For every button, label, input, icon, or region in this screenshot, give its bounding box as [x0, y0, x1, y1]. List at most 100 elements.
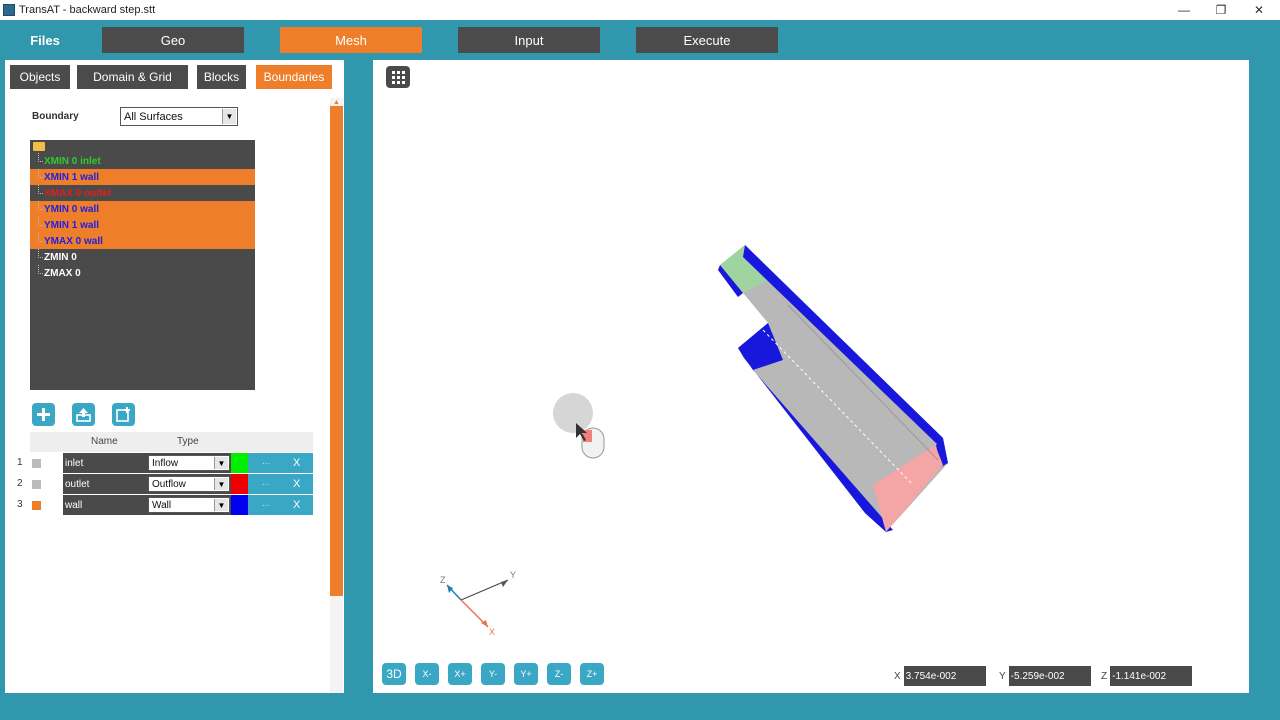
row-color-swatch[interactable]	[231, 474, 248, 495]
view-y-minus-button[interactable]: Y-	[481, 663, 505, 685]
row-actions: ... X	[248, 474, 313, 495]
add-button[interactable]	[32, 403, 55, 426]
view-z-minus-button[interactable]: Z-	[547, 663, 571, 685]
row-color-swatch[interactable]	[231, 495, 248, 516]
row-number: 3	[17, 499, 23, 510]
close-icon[interactable]: ✕	[1240, 0, 1278, 20]
row-checkbox[interactable]	[32, 459, 41, 468]
tree-item[interactable]: YMIN 0 wall	[30, 201, 255, 217]
row-type-value: Outflow	[152, 478, 186, 490]
table-row: 1 inlet Inflow ▼... X	[13, 453, 313, 474]
view-x-plus-button[interactable]: X+	[448, 663, 472, 685]
title-bar: TransAT - backward step.stt — ❐ ✕	[0, 0, 1280, 20]
coord-y: Y -5.259e-002	[999, 666, 1091, 686]
boundary-select-value: All Surfaces	[124, 110, 183, 123]
view-z-plus-button[interactable]: Z+	[580, 663, 604, 685]
column-type-header: Type	[177, 436, 199, 447]
tree-branch	[38, 265, 43, 274]
import-button[interactable]	[72, 403, 95, 426]
coord-z-value: -1.141e-002	[1110, 666, 1193, 686]
axis-triad: Y Z X	[440, 570, 516, 637]
row-name[interactable]: inlet	[63, 453, 147, 474]
row-delete-button[interactable]: X	[293, 499, 300, 511]
subtab-domain-grid[interactable]: Domain & Grid	[77, 65, 188, 89]
coord-z: Z -1.141e-002	[1101, 666, 1193, 686]
mouse-cursor	[553, 393, 605, 459]
tree-item[interactable]: ZMAX 0	[30, 265, 255, 281]
tab-mesh[interactable]: Mesh	[280, 27, 422, 53]
tree-item-label: XMIN 1 wall	[44, 171, 100, 183]
boundary-select[interactable]: All Surfaces ▼	[120, 107, 238, 126]
column-name-header: Name	[91, 436, 118, 447]
scrollbar[interactable]: ▲ ▼	[330, 98, 343, 720]
tree-item[interactable]: ZMIN 0	[30, 249, 255, 265]
tree-item-label: ZMIN 0	[44, 251, 77, 263]
coord-x: X 3.754e-002	[894, 666, 986, 686]
tree-branch	[38, 201, 43, 210]
tab-input[interactable]: Input	[458, 27, 600, 53]
tab-geo[interactable]: Geo	[102, 27, 244, 53]
axis-x-label: X	[489, 627, 495, 637]
view-3d-button[interactable]: 3D	[382, 663, 406, 685]
coord-y-label: Y	[999, 670, 1006, 682]
row-checkbox[interactable]	[32, 501, 41, 510]
row-name[interactable]: outlet	[63, 474, 147, 495]
row-delete-button[interactable]: X	[293, 457, 300, 469]
new-boundary-button[interactable]	[112, 403, 135, 426]
boundary-label: Boundary	[32, 111, 79, 122]
tree-item[interactable]: XMAX 0 outlet	[30, 185, 255, 201]
tree-item[interactable]: YMAX 0 wall	[30, 233, 255, 249]
chevron-down-icon: ▼	[214, 499, 228, 511]
row-type-cell: Wall ▼	[147, 495, 231, 516]
tree-item-label: ZMAX 0	[44, 267, 81, 279]
row-type-select[interactable]: Inflow ▼	[148, 455, 230, 471]
tree-branch	[38, 169, 43, 178]
row-actions: ... X	[248, 495, 313, 516]
row-type-select[interactable]: Outflow ▼	[148, 476, 230, 492]
row-number: 1	[17, 457, 23, 468]
new-item-icon	[116, 407, 130, 422]
coord-x-label: X	[894, 670, 901, 682]
plus-icon	[37, 408, 50, 421]
minimize-icon[interactable]: —	[1165, 0, 1203, 20]
window-title: TransAT - backward step.stt	[19, 4, 156, 16]
viewport-3d[interactable]: Y Z X 3D X- X+ Y- Y+ Z- Z+ X 3.754e-002 Y -5.2…	[373, 60, 1249, 693]
view-y-plus-button[interactable]: Y+	[514, 663, 538, 685]
row-checkbox[interactable]	[32, 480, 41, 489]
scrollbar-thumb[interactable]	[330, 106, 343, 596]
folder-icon	[33, 142, 45, 151]
tab-execute[interactable]: Execute	[636, 27, 778, 53]
row-color-swatch[interactable]	[231, 453, 248, 474]
restore-icon[interactable]: ❐	[1202, 0, 1240, 20]
tree-branch	[38, 217, 43, 226]
tree-item-label: YMIN 1 wall	[44, 219, 100, 231]
scroll-up-icon[interactable]: ▲	[330, 98, 343, 106]
view-x-minus-button[interactable]: X-	[415, 663, 439, 685]
row-more-button[interactable]: ...	[262, 456, 270, 467]
tree-branch	[38, 249, 43, 258]
coord-z-label: Z	[1101, 670, 1108, 682]
tree-item-label: YMAX 0 wall	[44, 235, 103, 247]
tree-branch	[38, 153, 43, 162]
tree-item-label: XMIN 0 inlet	[44, 155, 101, 167]
subtab-boundaries[interactable]: Boundaries	[256, 65, 332, 89]
table-row: 3 wall Wall ▼... X	[13, 495, 313, 516]
subtab-objects[interactable]: Objects	[10, 65, 70, 89]
row-name[interactable]: wall	[63, 495, 147, 516]
row-actions: ... X	[248, 453, 313, 474]
tree-item[interactable]: XMIN 1 wall	[30, 169, 255, 185]
subtab-blocks[interactable]: Blocks	[197, 65, 246, 89]
row-type-select[interactable]: Wall ▼	[148, 497, 230, 513]
left-panel: Objects Domain & Grid Blocks Boundaries …	[5, 60, 344, 720]
row-more-button[interactable]: ...	[262, 477, 270, 488]
row-type-cell: Inflow ▼	[147, 453, 231, 474]
boundary-tree[interactable]: XMIN 0 inlet XMIN 1 wall XMAX 0 outlet YMIN…	[30, 140, 255, 390]
files-menu[interactable]: Files	[25, 27, 65, 53]
row-more-button[interactable]: ...	[262, 498, 270, 509]
tree-item[interactable]: YMIN 1 wall	[30, 217, 255, 233]
mesh-model[interactable]	[703, 235, 963, 545]
row-delete-button[interactable]: X	[293, 478, 300, 490]
tree-item[interactable]: XMIN 0 inlet	[30, 153, 255, 169]
view-menu-button[interactable]	[386, 66, 410, 88]
chevron-down-icon: ▼	[214, 457, 228, 469]
